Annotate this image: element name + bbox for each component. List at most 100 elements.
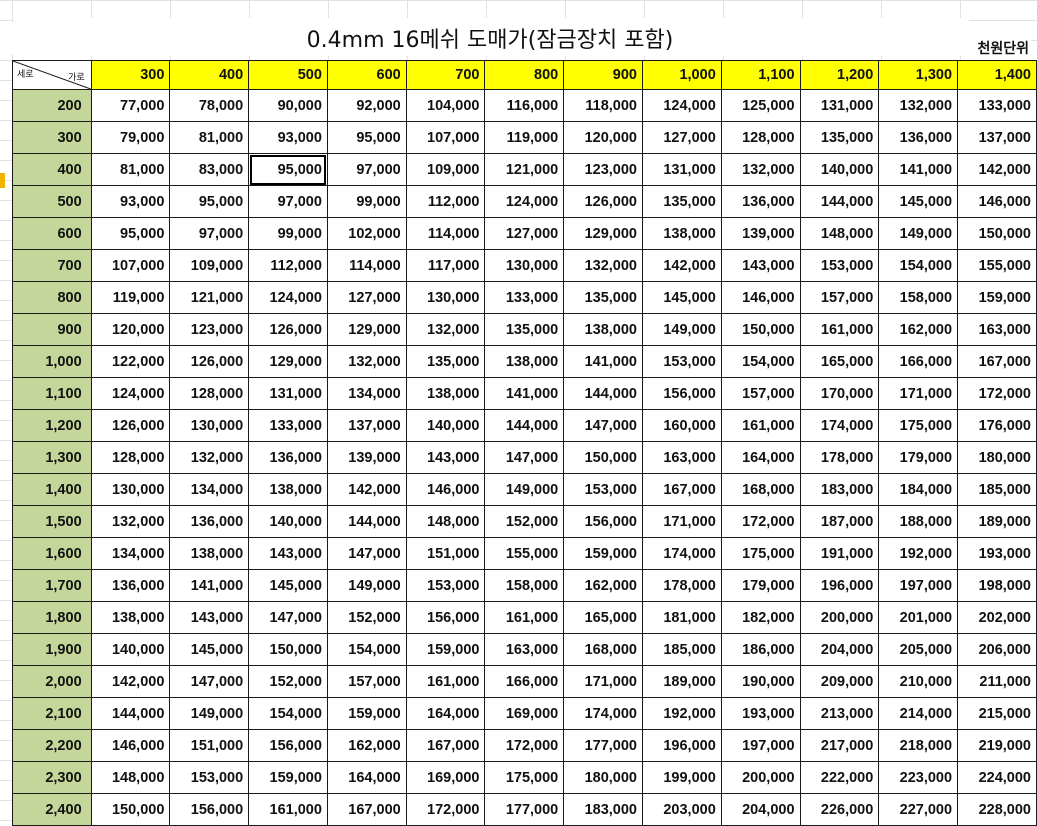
price-cell[interactable]: 192,000	[878, 537, 959, 570]
price-cell[interactable]: 158,000	[878, 281, 959, 314]
price-cell[interactable]: 136,000	[720, 185, 801, 218]
price-cell[interactable]: 167,000	[642, 473, 722, 506]
price-cell[interactable]: 127,000	[642, 121, 722, 154]
row-header[interactable]: 2,300	[12, 761, 92, 794]
price-cell[interactable]: 141,000	[563, 345, 643, 378]
price-cell[interactable]: 172,000	[484, 729, 565, 762]
price-cell[interactable]: 157,000	[720, 377, 801, 410]
price-cell[interactable]: 99,000	[326, 185, 407, 218]
column-header[interactable]: 1,400	[957, 60, 1037, 90]
price-cell[interactable]: 163,000	[642, 441, 722, 474]
price-cell[interactable]: 147,000	[326, 537, 407, 570]
price-cell[interactable]: 146,000	[90, 729, 171, 762]
price-cell[interactable]: 131,000	[642, 153, 722, 186]
price-cell[interactable]: 197,000	[878, 569, 959, 602]
price-cell[interactable]: 183,000	[799, 473, 880, 506]
price-cell[interactable]: 140,000	[405, 409, 486, 442]
price-cell[interactable]: 153,000	[405, 569, 486, 602]
price-cell[interactable]: 128,000	[169, 377, 250, 410]
price-cell[interactable]: 172,000	[957, 377, 1037, 410]
price-cell[interactable]: 128,000	[90, 441, 171, 474]
price-cell[interactable]: 178,000	[642, 569, 722, 602]
price-cell[interactable]: 107,000	[405, 121, 486, 154]
price-cell[interactable]: 161,000	[248, 793, 328, 826]
price-cell[interactable]: 161,000	[799, 313, 880, 346]
price-cell[interactable]: 161,000	[484, 601, 565, 634]
unit-label[interactable]: 천원단위	[975, 38, 1031, 58]
price-cell[interactable]: 95,000	[169, 185, 250, 218]
price-cell[interactable]: 147,000	[484, 441, 565, 474]
price-cell[interactable]: 131,000	[248, 377, 328, 410]
price-cell[interactable]: 139,000	[720, 217, 801, 250]
price-cell[interactable]: 150,000	[720, 313, 801, 346]
price-cell[interactable]: 188,000	[878, 505, 959, 538]
price-cell[interactable]: 140,000	[90, 633, 171, 666]
row-header[interactable]: 1,100	[12, 377, 92, 410]
price-cell[interactable]: 193,000	[720, 697, 801, 730]
price-cell[interactable]: 189,000	[642, 665, 722, 698]
price-cell[interactable]: 119,000	[90, 281, 171, 314]
price-cell[interactable]: 151,000	[405, 537, 486, 570]
price-cell[interactable]: 144,000	[799, 185, 880, 218]
price-cell[interactable]: 116,000	[484, 89, 565, 122]
price-cell[interactable]: 149,000	[326, 569, 407, 602]
price-cell[interactable]: 148,000	[90, 761, 171, 794]
price-cell[interactable]: 143,000	[169, 601, 250, 634]
row-header[interactable]: 800	[12, 281, 92, 314]
price-cell[interactable]: 182,000	[720, 601, 801, 634]
row-header[interactable]: 700	[12, 249, 92, 282]
price-cell[interactable]: 141,000	[169, 569, 250, 602]
price-cell[interactable]: 144,000	[326, 505, 407, 538]
price-cell[interactable]: 209,000	[799, 665, 880, 698]
price-cell[interactable]: 177,000	[563, 729, 643, 762]
price-cell[interactable]: 132,000	[878, 89, 959, 122]
price-cell[interactable]: 161,000	[405, 665, 486, 698]
price-cell[interactable]: 198,000	[957, 569, 1037, 602]
price-cell[interactable]: 176,000	[957, 409, 1037, 442]
row-header[interactable]: 2,000	[12, 665, 92, 698]
price-cell[interactable]: 152,000	[484, 505, 565, 538]
price-cell[interactable]: 126,000	[90, 409, 171, 442]
price-cell[interactable]: 102,000	[326, 217, 407, 250]
price-cell[interactable]: 185,000	[957, 473, 1037, 506]
price-cell[interactable]: 132,000	[90, 505, 171, 538]
price-cell[interactable]: 156,000	[405, 601, 486, 634]
price-cell[interactable]: 187,000	[799, 505, 880, 538]
price-cell[interactable]: 190,000	[720, 665, 801, 698]
price-cell[interactable]: 145,000	[878, 185, 959, 218]
column-header[interactable]: 500	[248, 60, 328, 90]
price-cell[interactable]: 124,000	[642, 89, 722, 122]
price-cell[interactable]: 156,000	[642, 377, 722, 410]
price-cell[interactable]: 97,000	[169, 217, 250, 250]
price-cell[interactable]: 138,000	[169, 537, 250, 570]
price-cell[interactable]: 200,000	[799, 601, 880, 634]
price-cell[interactable]: 93,000	[248, 121, 328, 154]
price-cell[interactable]: 118,000	[563, 89, 643, 122]
price-cell[interactable]: 125,000	[720, 89, 801, 122]
price-cell[interactable]: 124,000	[248, 281, 328, 314]
price-cell[interactable]: 109,000	[405, 153, 486, 186]
price-cell[interactable]: 149,000	[169, 697, 250, 730]
row-header[interactable]: 2,400	[12, 793, 92, 826]
price-cell[interactable]: 150,000	[563, 441, 643, 474]
price-cell[interactable]: 112,000	[405, 185, 486, 218]
price-cell[interactable]: 133,000	[957, 89, 1037, 122]
price-cell[interactable]: 157,000	[799, 281, 880, 314]
price-cell[interactable]: 157,000	[326, 665, 407, 698]
price-cell[interactable]: 170,000	[799, 377, 880, 410]
price-cell[interactable]: 99,000	[248, 217, 328, 250]
price-cell[interactable]: 149,000	[878, 217, 959, 250]
price-cell[interactable]: 186,000	[720, 633, 801, 666]
row-header[interactable]: 1,000	[12, 345, 92, 378]
price-cell[interactable]: 222,000	[799, 761, 880, 794]
price-cell[interactable]: 201,000	[878, 601, 959, 634]
price-cell[interactable]: 104,000	[405, 89, 486, 122]
price-cell[interactable]: 153,000	[642, 345, 722, 378]
price-cell[interactable]: 165,000	[799, 345, 880, 378]
price-cell[interactable]: 218,000	[878, 729, 959, 762]
column-header[interactable]: 300	[90, 60, 171, 90]
price-cell[interactable]: 168,000	[720, 473, 801, 506]
price-cell[interactable]: 135,000	[563, 281, 643, 314]
price-cell[interactable]: 180,000	[957, 441, 1037, 474]
price-cell[interactable]: 93,000	[90, 185, 171, 218]
